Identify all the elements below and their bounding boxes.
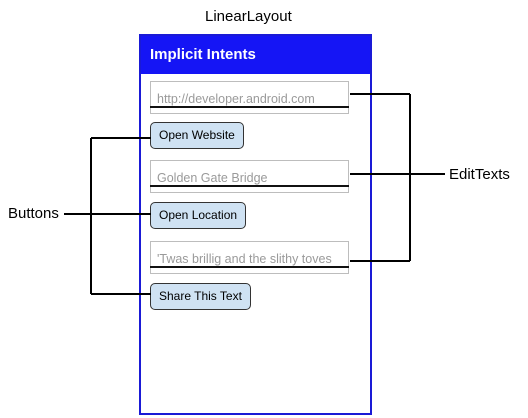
buttons-callout-label: Buttons	[8, 205, 59, 222]
connector-lines	[64, 93, 445, 295]
diagram-canvas: LinearLayout Implicit Intents http://dev…	[0, 0, 528, 418]
edittexts-callout-label: EditTexts	[449, 166, 510, 183]
